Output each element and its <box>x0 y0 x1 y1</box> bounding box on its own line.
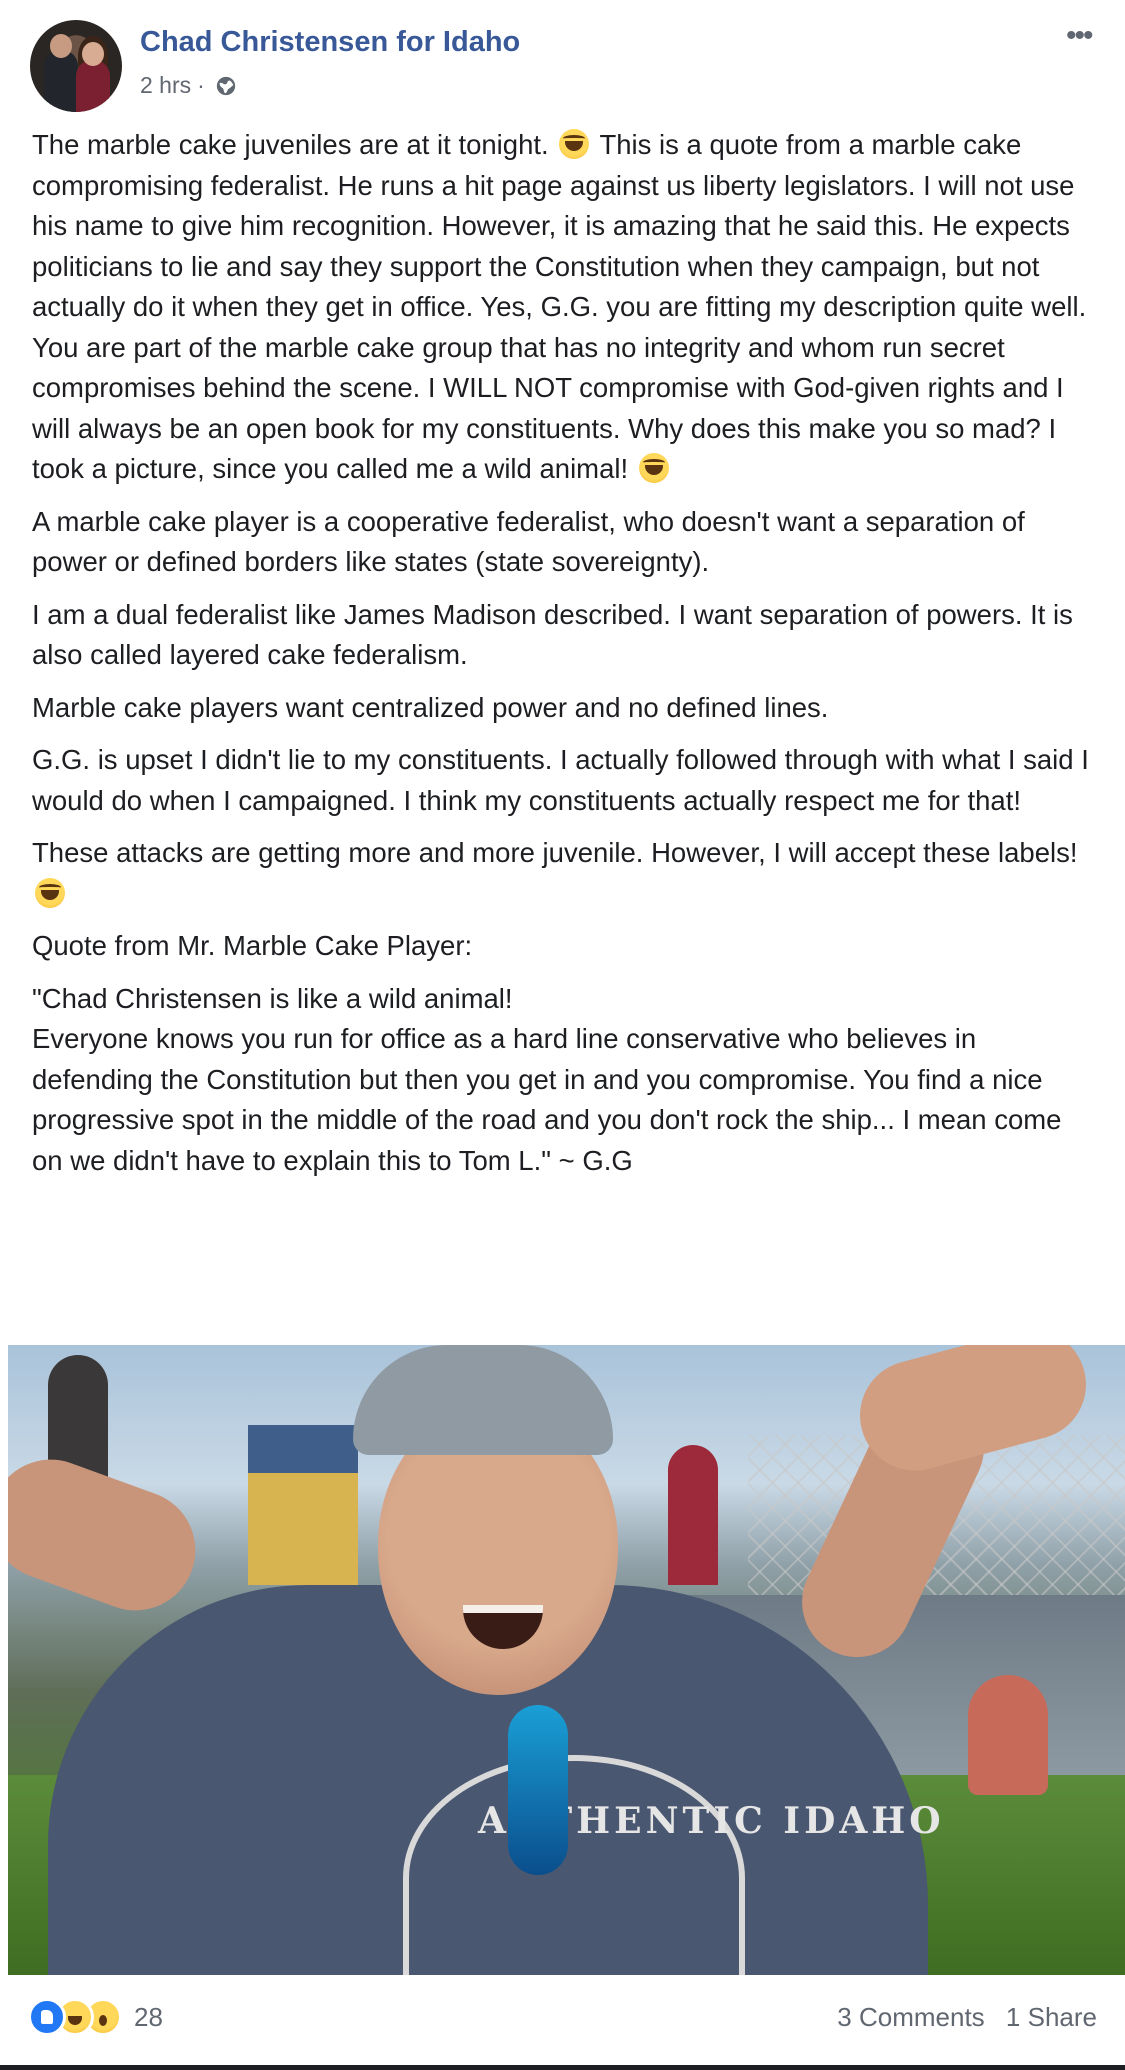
laughing-crying-emoji-icon <box>559 129 590 159</box>
quote-block: "Chad Christensen is like a wild animal!… <box>32 979 1097 1182</box>
background-person <box>968 1675 1048 1795</box>
paragraph-4: Marble cake players want centralized pow… <box>32 691 829 723</box>
background-person <box>668 1445 718 1585</box>
post-body: The marble cake juveniles are at it toni… <box>32 125 1097 1193</box>
vendor-tent <box>248 1425 358 1585</box>
like-icon <box>28 1998 66 2036</box>
more-options-icon[interactable]: ••• <box>1066 21 1093 51</box>
laughing-crying-emoji-icon <box>35 877 65 908</box>
engagement-counts: 3 Comments 1 Share <box>837 2002 1097 2033</box>
post-meta: 2 hrs · <box>140 72 237 99</box>
paragraph-1: The marble cake juveniles are at it toni… <box>32 125 1097 490</box>
paragraph-1-text-a: The marble cake juveniles are at it toni… <box>32 129 557 160</box>
paragraph-5: G.G. is upset I didn't lie to my constit… <box>32 744 1089 816</box>
paragraph-3: I am a dual federalist like James Madiso… <box>32 598 1073 671</box>
laughing-crying-emoji-icon <box>638 453 669 483</box>
quote-line-2: Everyone knows you run for office as a h… <box>32 1023 1062 1176</box>
post-photo[interactable]: AUTHENTIC IDAHO <box>8 1345 1125 1975</box>
reaction-count: 28 <box>134 2001 163 2032</box>
paragraph-1-text-b: This is a quote from a marble cake compr… <box>32 129 1087 484</box>
comments-link[interactable]: 3 Comments <box>837 2002 984 2032</box>
left-hand <box>8 1442 213 1628</box>
quote-line-1: "Chad Christensen is like a wild animal! <box>32 982 513 1014</box>
paragraph-7: Quote from Mr. Marble Cake Player: <box>32 930 473 961</box>
meta-separator: · <box>197 72 205 98</box>
facebook-post: Chad Christensen for Idaho 2 hrs · ••• T… <box>0 0 1125 2070</box>
shares-link[interactable]: 1 Share <box>1006 2002 1097 2032</box>
page-name-link[interactable]: Chad Christensen for Idaho <box>140 26 520 59</box>
bottom-border <box>0 2065 1125 2070</box>
paragraph-6: These attacks are getting more and more … <box>32 833 1097 914</box>
sunglasses <box>508 1705 568 1875</box>
post-timestamp[interactable]: 2 hrs <box>140 72 191 99</box>
paragraph-2: A marble cake player is a cooperative fe… <box>32 505 1025 578</box>
baseball-cap <box>353 1345 613 1455</box>
reactions-summary[interactable]: 28 <box>28 1998 163 2036</box>
page-avatar[interactable] <box>30 20 122 112</box>
globe-icon <box>216 76 235 95</box>
paragraph-6-text: These attacks are getting more and more … <box>32 837 1078 868</box>
post-footer: 28 3 Comments 1 Share <box>0 1980 1125 2060</box>
